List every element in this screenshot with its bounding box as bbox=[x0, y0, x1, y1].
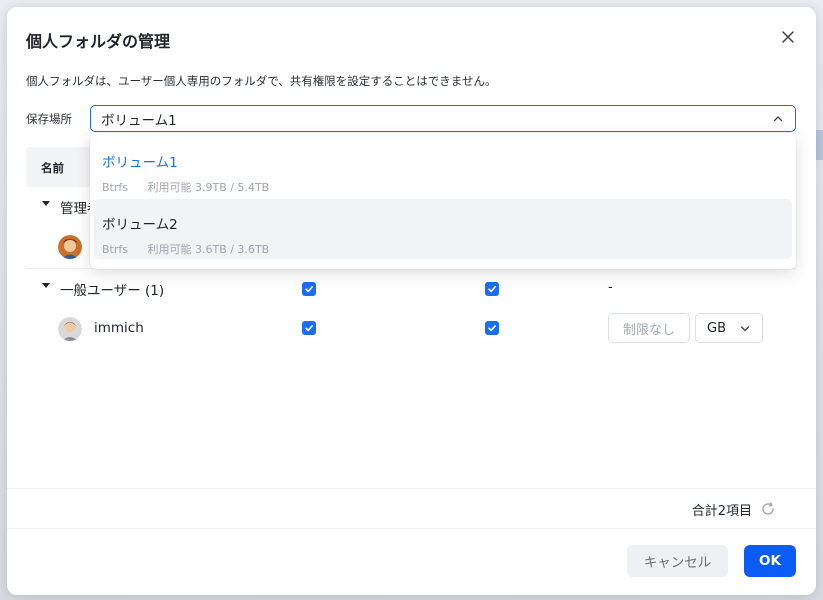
storage-location-select[interactable]: ボリューム1 bbox=[90, 105, 796, 132]
personal-folder-dialog: 個人フォルダの管理 個人フォルダは、ユーザー個人専用のフォルダで、共有権限を設定… bbox=[7, 7, 816, 595]
caret-down-icon[interactable] bbox=[42, 201, 50, 206]
storage-location-value: ボリューム1 bbox=[101, 112, 177, 129]
group-permission-checkbox-2[interactable] bbox=[485, 282, 499, 296]
dropdown-option-volume-1[interactable]: ボリューム1 Btrfs 利用可能 3.9TB / 5.4TB bbox=[94, 137, 792, 197]
checkmark-icon bbox=[305, 325, 313, 332]
total-count: 合計2項目 bbox=[691, 504, 752, 519]
chevron-up-icon bbox=[773, 116, 783, 122]
table-row: immich 制限なし GB bbox=[26, 309, 796, 349]
quota-input[interactable]: 制限なし bbox=[608, 313, 690, 343]
user-name: immich bbox=[94, 320, 144, 336]
option-meta: Btrfs 利用可能 3.6TB / 3.6TB bbox=[102, 241, 792, 257]
caret-down-icon[interactable] bbox=[42, 283, 50, 288]
cancel-button[interactable]: キャンセル bbox=[627, 545, 728, 577]
chevron-down-icon bbox=[740, 326, 750, 332]
background-app-edge bbox=[815, 130, 823, 160]
column-header-name: 名前 bbox=[41, 161, 64, 175]
user-permission-checkbox-1[interactable] bbox=[302, 321, 316, 335]
quota-unit-select[interactable]: GB bbox=[695, 313, 763, 343]
footer-divider bbox=[7, 528, 816, 529]
dialog-title: 個人フォルダの管理 bbox=[26, 32, 171, 51]
quota-unit-value: GB bbox=[707, 320, 726, 336]
group-row-general-users: 一般ユーザー (1) - bbox=[26, 269, 796, 309]
close-icon bbox=[782, 31, 794, 43]
option-filesystem: Btrfs bbox=[102, 243, 128, 256]
storage-location-dropdown: ボリューム1 Btrfs 利用可能 3.9TB / 5.4TB ボリューム2 B… bbox=[90, 133, 796, 269]
option-usage: 利用可能 3.6TB / 3.6TB bbox=[147, 243, 270, 256]
option-label: ボリューム1 bbox=[102, 155, 178, 171]
dropdown-option-volume-2[interactable]: ボリューム2 Btrfs 利用可能 3.6TB / 3.6TB bbox=[94, 199, 792, 259]
option-label: ボリューム2 bbox=[102, 217, 178, 233]
close-button[interactable] bbox=[778, 27, 798, 47]
avatar bbox=[58, 317, 82, 341]
ok-button[interactable]: OK bbox=[744, 545, 796, 577]
checkmark-icon bbox=[488, 325, 496, 332]
group-quota-value: - bbox=[608, 280, 613, 295]
checkmark-icon bbox=[488, 286, 496, 293]
user-permission-checkbox-2[interactable] bbox=[485, 321, 499, 335]
group-permission-checkbox-1[interactable] bbox=[302, 282, 316, 296]
option-meta: Btrfs 利用可能 3.9TB / 5.4TB bbox=[102, 179, 792, 195]
checkmark-icon bbox=[305, 286, 313, 293]
footer-divider bbox=[7, 488, 816, 489]
refresh-icon[interactable] bbox=[760, 501, 776, 517]
dialog-description: 個人フォルダは、ユーザー個人専用のフォルダで、共有権限を設定することはできません… bbox=[26, 74, 497, 88]
option-filesystem: Btrfs bbox=[102, 181, 128, 194]
group-label: 一般ユーザー (1) bbox=[60, 283, 165, 299]
avatar bbox=[58, 235, 82, 259]
storage-location-label: 保存場所 bbox=[26, 112, 72, 126]
option-usage: 利用可能 3.9TB / 5.4TB bbox=[147, 181, 270, 194]
